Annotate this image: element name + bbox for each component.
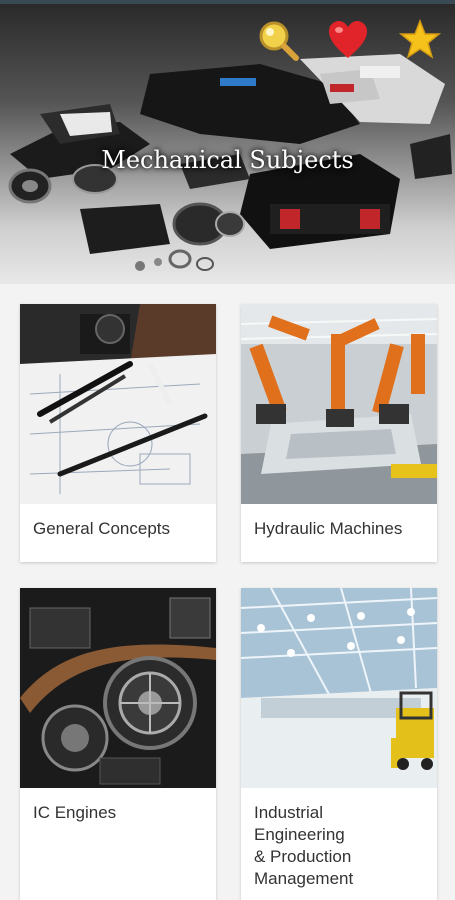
page-title: Mechanical Subjects [101, 146, 354, 174]
star-icon[interactable] [398, 18, 442, 62]
subject-card-ic-engines[interactable]: IC Engines [20, 588, 216, 900]
search-icon[interactable] [256, 18, 300, 62]
heart-icon[interactable] [326, 18, 370, 62]
subject-card-industrial-engineering[interactable]: Industrial Engineering & Production Mana… [241, 588, 437, 900]
subject-label: General Concepts [33, 519, 171, 538]
engine-gears-image [20, 588, 216, 788]
technical-drawing-image [20, 304, 216, 504]
subject-card-hydraulic-machines[interactable]: Hydraulic Machines [241, 304, 437, 562]
robotic-assembly-image [241, 304, 437, 504]
subject-label: IC Engines [33, 803, 117, 822]
subject-card-general-concepts[interactable]: General Concepts [20, 304, 216, 562]
hero-banner: Mechanical Subjects [0, 4, 455, 284]
subject-label: Industrial Engineering & Production Mana… [254, 803, 354, 888]
subject-label: Hydraulic Machines [254, 519, 403, 538]
race-car-parts-image [8, 54, 452, 271]
warehouse-image [241, 588, 437, 788]
